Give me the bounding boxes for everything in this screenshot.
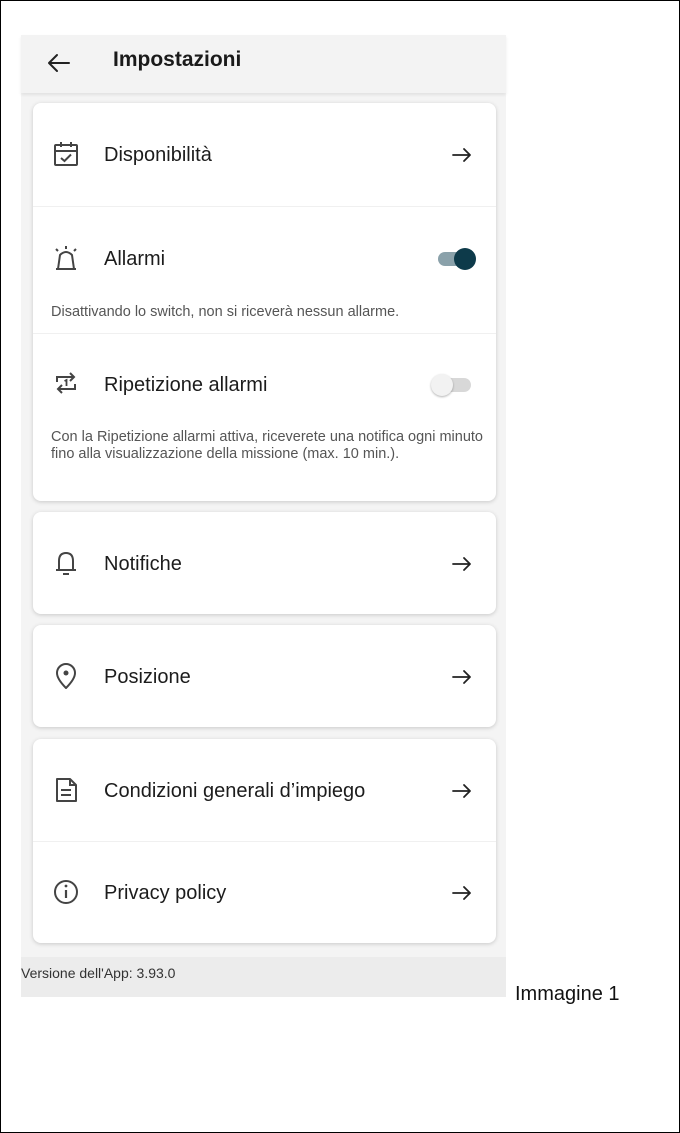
- alarm-icon: [55, 246, 77, 270]
- page-title: Impostazioni: [113, 48, 242, 71]
- alarms-switch[interactable]: [438, 248, 478, 270]
- alarms-row: Allarmi: [33, 207, 496, 309]
- legal-card: Condizioni generali d’impiego Privacy po…: [33, 739, 496, 943]
- notifications-row[interactable]: Notifiche: [33, 512, 496, 614]
- availability-row[interactable]: Disponibilità: [33, 103, 496, 205]
- terms-label: Condizioni generali d’impiego: [104, 780, 366, 802]
- arrow-left-icon: [48, 54, 70, 72]
- arrow-right-icon: [452, 557, 471, 571]
- app-bar: Impostazioni: [21, 35, 506, 93]
- availability-label: Disponibilità: [104, 144, 212, 166]
- repeat-one-icon: [56, 372, 76, 394]
- app-version-footer: Versione dell'App: 3.93.0: [21, 957, 506, 997]
- back-button[interactable]: [45, 49, 73, 77]
- arrow-right-icon: [452, 784, 471, 798]
- alarms-description: Disattivando lo switch, non si riceverà …: [51, 304, 400, 320]
- alarm-repeat-row: Ripetizione allarmi: [33, 334, 496, 436]
- app-version-text: Versione dell'App: 3.93.0: [21, 965, 176, 981]
- calendar-check-icon: [54, 142, 78, 166]
- position-card: Posizione: [33, 625, 496, 727]
- position-label: Posizione: [104, 666, 191, 688]
- alarm-repeat-description: Con la Ripetizione allarmi attiva, ricev…: [51, 429, 483, 462]
- location-pin-icon: [56, 663, 76, 689]
- arrow-right-icon: [452, 670, 471, 684]
- position-row[interactable]: Posizione: [33, 625, 496, 727]
- info-icon: [54, 880, 78, 904]
- alarm-repeat-label: Ripetizione allarmi: [104, 374, 268, 396]
- notifications-card: Notifiche: [33, 512, 496, 614]
- privacy-row[interactable]: Privacy policy: [33, 841, 496, 943]
- figure-caption: Immagine 1: [515, 983, 620, 1005]
- privacy-label: Privacy policy: [104, 882, 227, 904]
- general-settings-card: Disponibilità Allarmi Disattivando lo sw…: [33, 103, 496, 501]
- alarms-label: Allarmi: [104, 248, 166, 270]
- arrow-right-icon: [452, 886, 471, 900]
- document-icon: [56, 778, 77, 802]
- settings-screen: Impostazioni Disponibilità Allarmi Disat…: [21, 35, 506, 997]
- arrow-right-icon: [452, 148, 471, 162]
- notifications-label: Notifiche: [104, 553, 182, 575]
- bell-icon: [56, 552, 76, 575]
- alarm-repeat-switch[interactable]: [431, 374, 471, 396]
- terms-row[interactable]: Condizioni generali d’impiego: [33, 739, 496, 841]
